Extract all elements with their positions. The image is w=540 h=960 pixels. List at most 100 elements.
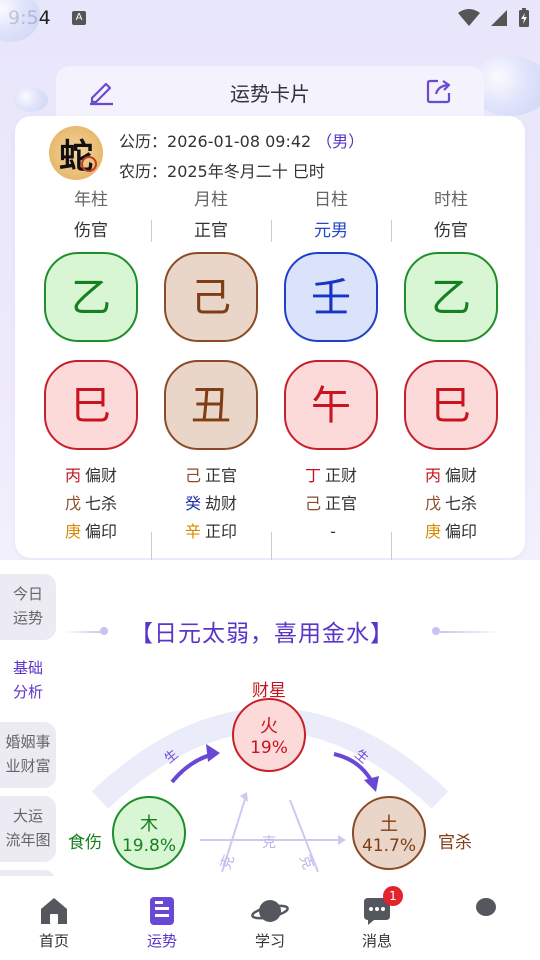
nav-profile[interactable] [446,894,526,930]
heavenly-stem[interactable]: 己 [164,252,258,342]
pillar-head: 年柱 [74,190,108,210]
hidden-stem-row: 戊七杀 [391,490,511,518]
hidden-stem-row: 庚偏印 [31,518,151,546]
hidden-ten-god: 七杀 [445,494,478,513]
home-icon [41,898,67,924]
hidden-stem: 丙 [424,466,441,485]
decor-dot [432,627,440,635]
hidden-ten-god: 正官 [325,494,358,513]
verdict-title: 【日元太弱，喜用金水】 [130,621,394,647]
gender: （男） [316,132,365,151]
unread-badge: 1 [383,886,403,906]
element-label-earth: 官杀 [438,833,472,853]
pillar-ten-god: 正官 [194,221,228,241]
hidden-ten-god: 正财 [325,466,358,485]
wifi-icon [458,9,480,26]
heavenly-stem[interactable]: 乙 [44,252,138,342]
element-percent: 41.7% [361,836,416,856]
page-title: 运势卡片 [230,82,310,106]
hidden-stem: 己 [304,494,321,513]
pillar-hour: 时柱 伤官 乙 巳 丙偏财 戊七杀 庚偏印 [391,186,511,541]
earthly-branch[interactable]: 丑 [164,360,258,450]
element-label-wood: 食伤 [68,833,102,853]
heavenly-stem[interactable]: 乙 [404,252,498,342]
decor-line-right [440,631,500,633]
nav-messages[interactable]: 1 消息 [337,886,417,951]
nav-label: 消息 [361,932,392,950]
hidden-stem: 戊 [64,494,81,513]
pillar-day: 日柱 元男 壬 午 丁正财 己正官 - [271,186,391,541]
nav-home[interactable]: 首页 [14,894,94,951]
fortune-doc-icon [150,897,174,925]
planet-icon [251,900,289,922]
hidden-ten-god: 偏印 [85,522,118,541]
element-name: 土 [380,814,398,835]
hidden-ten-god: 正印 [205,522,238,541]
hidden-stem-row: 丙偏财 [31,462,151,490]
system-icons [458,8,530,28]
hidden-ten-god: 正官 [205,466,238,485]
sheng-arrowhead [364,776,379,792]
hidden-ten-god: 偏财 [85,466,118,485]
hidden-stem: 丁 [304,466,321,485]
hidden-ten-god: 劫财 [205,494,238,513]
bazi-card: 蛇 公历：2026-01-08 09:42 （男） 农历：2025年冬月二十 巳… [15,116,525,612]
lunar-label: 农历： [119,162,168,181]
hidden-stem-row: - [271,518,391,546]
hidden-stem: 癸 [184,494,201,513]
decor-dot [100,627,108,635]
zodiac-avatar: 蛇 [49,126,103,180]
nav-label: 运势 [146,932,177,950]
element-wood[interactable]: 木 19.8% [112,796,186,870]
pillar-month: 月柱 正官 己 丑 己正官 癸劫财 辛正印 [151,186,271,541]
pillar-head: 时柱 [434,190,468,210]
earthly-branch[interactable]: 巳 [404,360,498,450]
hidden-stem: 己 [184,466,201,485]
hidden-stem-row: 丙偏财 [391,462,511,490]
sheng-arrowhead [206,744,220,762]
hidden-stem: 戊 [424,494,441,513]
hidden-ten-god: 偏财 [445,466,478,485]
hidden-stem: 庚 [64,522,81,541]
notification-a-icon: A [72,11,86,25]
element-earth[interactable]: 土 41.7% [352,796,426,870]
pillar-head: 月柱 [194,190,228,210]
hidden-stem-row: 己正官 [271,490,391,518]
ke-arrowhead [338,835,346,845]
element-name: 木 [140,814,158,835]
seal-icon [81,156,97,172]
decor-line-left [64,631,102,633]
avatar-icon [476,898,496,916]
decor-bubble [14,88,48,112]
solar-date-line: 公历：2026-01-08 09:42 （男） [119,128,364,152]
ke-label: 克 [262,835,276,851]
battery-icon [519,8,529,27]
side-tab-today[interactable]: 今日 运势 [0,574,56,640]
hidden-stem-row: 戊七杀 [31,490,151,518]
lunar-date: 2025年冬月二十 巳时 [167,162,325,181]
nav-label: 首页 [38,932,69,950]
element-fire[interactable]: 火 19% [232,698,306,772]
hidden-stem: 辛 [184,522,201,541]
hidden-stem: 丙 [64,466,81,485]
solar-date: 2026-01-08 09:42 [167,132,312,151]
nav-study[interactable]: 学习 [230,894,310,951]
hidden-stem-row: 辛正印 [151,518,271,546]
heavenly-stem[interactable]: 壬 [284,252,378,342]
hidden-ten-god: 偏印 [445,522,478,541]
hidden-stem: 庚 [424,522,441,541]
side-tab-label: 运势 [12,609,43,627]
pillar-head: 日柱 [314,190,348,210]
pillar-ten-god: 伤官 [74,221,108,241]
nav-fortune[interactable]: 运势 [122,894,202,951]
signal-icon [491,10,507,26]
hidden-stem-row: 丁正财 [271,462,391,490]
hidden-ten-god: - [330,522,336,541]
hidden-stem-row: 庚偏印 [391,518,511,546]
share-icon[interactable] [424,76,454,106]
solar-label: 公历： [119,132,168,151]
pillar-year: 年柱 伤官 乙 巳 丙偏财 戊七杀 庚偏印 [31,186,151,541]
pillar-ten-god: 元男 [314,221,348,241]
earthly-branch[interactable]: 午 [284,360,378,450]
earthly-branch[interactable]: 巳 [44,360,138,450]
